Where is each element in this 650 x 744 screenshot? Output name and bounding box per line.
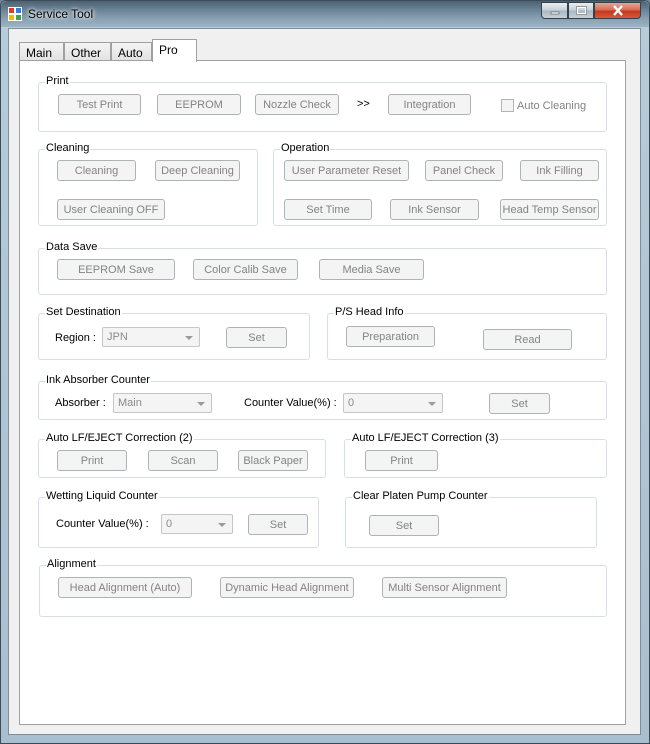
data-save-group: Data Save EEPROM Save Color Calib Save M… <box>38 241 607 295</box>
panel-check-button[interactable]: Panel Check <box>425 160 503 181</box>
eeprom-save-button[interactable]: EEPROM Save <box>57 259 175 280</box>
maximize-button[interactable] <box>568 2 594 19</box>
absorber-label: Absorber : <box>55 397 106 409</box>
ink-filling-button[interactable]: Ink Filling <box>520 160 599 181</box>
minimize-button[interactable] <box>541 2 568 19</box>
auto-lf-3-print-button[interactable]: Print <box>365 450 438 471</box>
absorber-value: Main <box>118 397 142 409</box>
user-parameter-reset-button[interactable]: User Parameter Reset <box>284 160 409 181</box>
print-group: Print Test Print EEPROM Nozzle Check >> … <box>38 75 607 132</box>
app-icon <box>8 7 22 21</box>
wetting-liquid-counter-group: Wetting Liquid Counter Counter Value(%) … <box>38 490 319 548</box>
color-calib-save-button[interactable]: Color Calib Save <box>193 259 298 280</box>
head-temp-sensor-button[interactable]: Head Temp Sensor <box>500 199 599 220</box>
cleaning-group-title: Cleaning <box>45 142 91 154</box>
set-destination-group-title: Set Destination <box>45 306 122 318</box>
auto-lf-eject-3-group: Auto LF/EJECT Correction (3) Print <box>344 432 607 478</box>
data-save-group-title: Data Save <box>45 241 99 253</box>
wetting-set-button[interactable]: Set <box>248 514 308 535</box>
wetting-counter-label: Counter Value(%) : <box>56 518 149 530</box>
auto-lf-2-scan-button[interactable]: Scan <box>148 450 218 471</box>
pro-tab-panel: Print Test Print EEPROM Nozzle Check >> … <box>19 60 626 725</box>
integration-arrow: >> <box>357 98 370 110</box>
wetting-counter-value: 0 <box>166 518 173 530</box>
head-alignment-auto-button[interactable]: Head Alignment (Auto) <box>58 577 192 598</box>
auto-lf-eject-2-group: Auto LF/EJECT Correction (2) Print Scan … <box>38 432 326 478</box>
operation-group: Operation User Parameter Reset Panel Che… <box>273 142 607 226</box>
auto-lf-2-black-paper-button[interactable]: Black Paper <box>238 450 308 471</box>
ps-head-info-group: P/S Head Info Preparation Read <box>327 306 607 360</box>
deep-cleaning-button[interactable]: Deep Cleaning <box>155 160 240 181</box>
preparation-button[interactable]: Preparation <box>346 326 435 347</box>
region-set-button[interactable]: Set <box>226 327 287 348</box>
print-group-title: Print <box>45 75 70 87</box>
absorber-counter-value: 0 <box>348 397 355 409</box>
minimize-icon <box>550 11 559 14</box>
absorber-set-button[interactable]: Set <box>489 393 550 414</box>
user-cleaning-off-button[interactable]: User Cleaning OFF <box>57 199 165 220</box>
auto-lf-eject-2-group-title: Auto LF/EJECT Correction (2) <box>45 432 194 444</box>
auto-lf-2-print-button[interactable]: Print <box>57 450 127 471</box>
auto-cleaning-label: Auto Cleaning <box>517 100 587 112</box>
tab-other[interactable]: Other <box>64 42 111 61</box>
test-print-button[interactable]: Test Print <box>58 94 141 115</box>
auto-lf-eject-3-group-title: Auto LF/EJECT Correction (3) <box>351 432 500 444</box>
set-time-button[interactable]: Set Time <box>284 199 372 220</box>
absorber-dropdown[interactable]: Main <box>113 393 212 413</box>
clear-platen-pump-counter-group: Clear Platen Pump Counter Set <box>345 490 597 548</box>
operation-group-title: Operation <box>280 142 331 154</box>
ps-head-info-group-title: P/S Head Info <box>334 306 405 318</box>
title-bar[interactable]: Service Tool <box>1 1 649 27</box>
cleaning-group: Cleaning Cleaning Deep Cleaning User Cle… <box>38 142 258 226</box>
region-value: JPN <box>107 331 128 343</box>
alignment-group-title: Alignment <box>46 558 97 570</box>
chevron-down-icon <box>218 523 226 527</box>
ink-absorber-counter-group: Ink Absorber Counter Absorber : Main Cou… <box>38 374 607 420</box>
media-save-button[interactable]: Media Save <box>319 259 424 280</box>
cleaning-button[interactable]: Cleaning <box>57 160 136 181</box>
set-destination-group: Set Destination Region : JPN Set <box>38 306 310 360</box>
eeprom-button[interactable]: EEPROM <box>157 94 241 115</box>
clear-platen-set-button[interactable]: Set <box>369 515 439 536</box>
tab-auto[interactable]: Auto <box>111 42 152 61</box>
client-area: Main Other Auto Pro Print Test Print EEP… <box>8 28 641 735</box>
close-icon <box>612 5 623 16</box>
region-dropdown[interactable]: JPN <box>102 327 200 347</box>
ink-sensor-button[interactable]: Ink Sensor <box>390 199 479 220</box>
absorber-counter-label: Counter Value(%) : <box>244 397 337 409</box>
chevron-down-icon <box>197 402 205 406</box>
read-button[interactable]: Read <box>483 329 572 350</box>
tab-main[interactable]: Main <box>19 42 64 61</box>
clear-platen-pump-counter-group-title: Clear Platen Pump Counter <box>352 490 489 502</box>
tab-pro[interactable]: Pro <box>152 39 197 62</box>
service-tool-window: Service Tool Main Other Auto Pro Print T… <box>0 0 650 744</box>
auto-cleaning-checkbox[interactable] <box>501 99 514 112</box>
region-label: Region : <box>55 332 96 344</box>
alignment-group: Alignment Head Alignment (Auto) Dynamic … <box>39 558 607 617</box>
wetting-counter-dropdown[interactable]: 0 <box>161 514 233 534</box>
ink-absorber-counter-group-title: Ink Absorber Counter <box>45 374 151 386</box>
chevron-down-icon <box>185 336 193 340</box>
dynamic-head-alignment-button[interactable]: Dynamic Head Alignment <box>220 577 354 598</box>
integration-button[interactable]: Integration <box>388 94 471 115</box>
maximize-icon <box>575 6 587 15</box>
window-title: Service Tool <box>28 7 94 21</box>
chevron-down-icon <box>428 402 436 406</box>
absorber-counter-dropdown[interactable]: 0 <box>343 393 443 413</box>
wetting-liquid-counter-group-title: Wetting Liquid Counter <box>45 490 159 502</box>
nozzle-check-button[interactable]: Nozzle Check <box>255 94 339 115</box>
close-button[interactable] <box>594 2 641 19</box>
multi-sensor-alignment-button[interactable]: Multi Sensor Alignment <box>382 577 507 598</box>
